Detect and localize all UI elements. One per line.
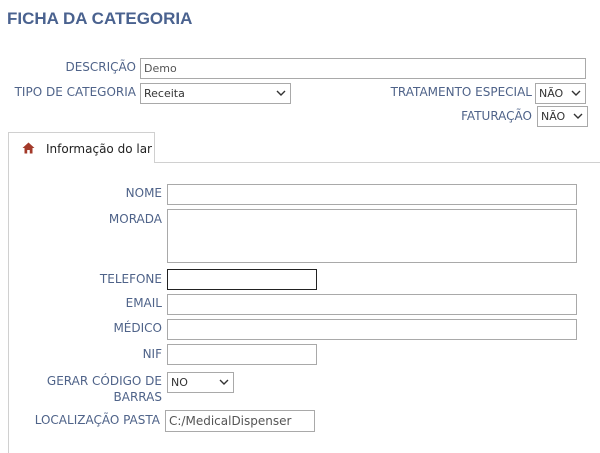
tipo-categoria-value: Receita xyxy=(144,87,185,100)
gerar-codigo-barras-select[interactable]: NO xyxy=(167,372,234,393)
tipo-categoria-select[interactable]: Receita xyxy=(140,83,291,104)
faturacao-label: FATURAÇÃO xyxy=(461,109,532,123)
tab-informacao-do-lar[interactable]: Informação do lar xyxy=(8,132,155,163)
email-field[interactable] xyxy=(167,294,577,315)
nome-field[interactable] xyxy=(167,184,577,205)
nif-field[interactable] xyxy=(167,344,317,365)
descricao-field[interactable]: Demo xyxy=(140,58,586,79)
tipo-categoria-label: TIPO DE CATEGORIA xyxy=(14,85,136,99)
chevron-down-icon xyxy=(219,379,229,385)
chevron-down-icon xyxy=(573,113,583,119)
localizacao-pasta-label: LOCALIZAÇÃO PASTA xyxy=(34,413,160,427)
descricao-label: DESCRIÇÃO xyxy=(65,60,136,74)
telefone-field[interactable] xyxy=(167,269,317,290)
chevron-down-icon xyxy=(276,90,286,96)
tratamento-especial-label: TRATAMENTO ESPECIAL xyxy=(390,85,532,99)
localizacao-pasta-field[interactable]: C:/MedicalDispenser xyxy=(165,410,315,432)
faturacao-value: NÃO xyxy=(541,110,566,123)
tratamento-especial-value: NÃO xyxy=(539,87,564,100)
chevron-down-icon xyxy=(571,90,581,96)
home-icon xyxy=(22,142,35,154)
morada-textarea[interactable] xyxy=(167,209,577,263)
nif-label: NIF xyxy=(142,347,162,361)
tab-label: Informação do lar xyxy=(46,142,152,156)
page-title: FICHA DA CATEGORIA xyxy=(7,9,193,28)
nome-label: NOME xyxy=(125,186,162,200)
tratamento-especial-select[interactable]: NÃO xyxy=(535,83,586,104)
medico-label: MÉDICO xyxy=(113,321,162,335)
gerar-codigo-barras-value: NO xyxy=(171,376,188,389)
faturacao-select[interactable]: NÃO xyxy=(537,106,588,127)
medico-field[interactable] xyxy=(167,319,577,340)
panel-border xyxy=(8,163,9,453)
morada-label: MORADA xyxy=(108,212,162,226)
telefone-label: TELEFONE xyxy=(99,272,162,286)
gerar-codigo-barras-label: GERAR CÓDIGO DE BARRAS xyxy=(46,374,162,404)
email-label: EMAIL xyxy=(125,296,162,310)
